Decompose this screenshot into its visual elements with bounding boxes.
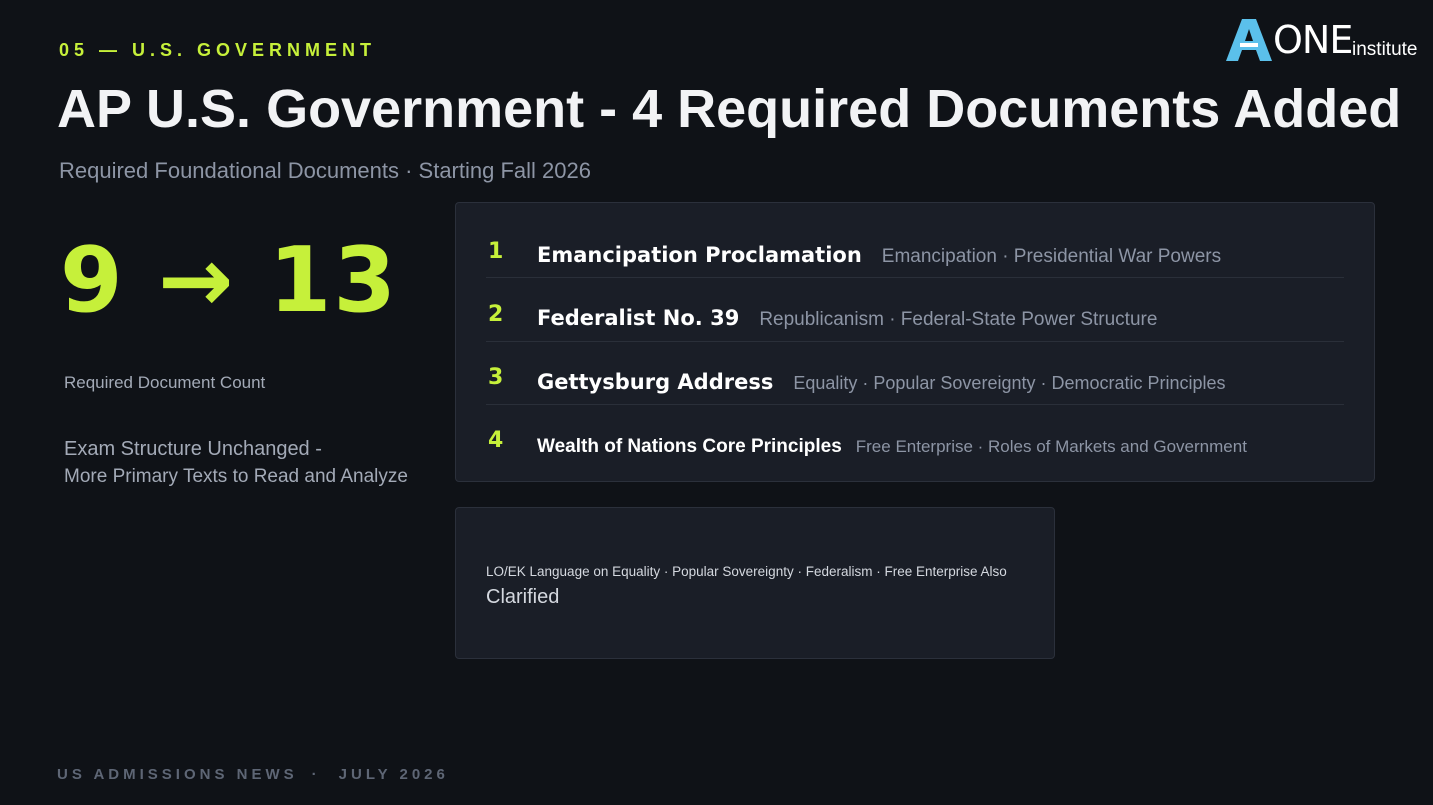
footer-separator: · [311,766,321,783]
document-number: 4 [488,428,504,453]
document-number: 3 [488,365,504,390]
exam-note-line2: More Primary Texts to Read and Analyze [64,466,408,487]
page-title: AP U.S. Government - 4 Required Document… [57,79,1402,139]
footer-date: JULY 2026 [338,766,449,783]
footer: US ADMISSIONS NEWS · JULY 2026 [57,766,449,783]
document-name: Emancipation Proclamation [537,243,862,267]
document-name: Federalist No. 39 [537,306,740,330]
document-number: 1 [488,239,504,264]
document-count-change: 9 → 13 [60,228,398,333]
section-label: 05 — U.S. GOVERNMENT [59,40,377,60]
clarification-note-card: LO/EK Language on Equality · Popular Sov… [455,507,1055,659]
document-topics: Free Enterprise · Roles of Markets and G… [855,437,1247,456]
document-topics: Equality · Popular Sovereignty · Democra… [793,373,1226,393]
exam-note-line1: Exam Structure Unchanged - [64,438,322,460]
footer-source: US ADMISSIONS NEWS [57,766,298,783]
logo-institute-text: institute [1352,39,1418,60]
logo-one-text: ONE [1273,18,1353,62]
document-row-2: 2 Federalist No. 39 Republicanism · Feder… [486,279,1344,342]
document-count-label: Required Document Count [64,373,266,392]
note-line2: Clarified [486,586,560,608]
required-documents-card: 1 Emancipation Proclamation Emancipation … [455,202,1375,482]
document-text: Wealth of Nations Core Principles Free En… [537,436,1247,458]
exam-structure-note: Exam Structure Unchanged - More Primary … [64,436,444,492]
document-text: Emancipation Proclamation Emancipation · … [537,243,1221,268]
document-name: Gettysburg Address [537,370,774,394]
document-topics: Emancipation · Presidential War Powers [881,246,1222,267]
document-row-1: 1 Emancipation Proclamation Emancipation … [486,215,1344,278]
document-text: Gettysburg Address Equality · Popular Sov… [537,370,1226,394]
document-name: Wealth of Nations Core Principles [537,436,842,457]
document-row-3: 3 Gettysburg Address Equality · Popular S… [486,342,1344,405]
document-text: Federalist No. 39 Republicanism · Federal… [537,306,1157,331]
document-topics: Republicanism · Federal-State Power Stru… [759,309,1158,330]
aone-institute-logo: ONE institute [1226,18,1421,64]
document-number: 2 [488,302,504,327]
page-subtitle: Required Foundational Documents · Starti… [59,158,591,183]
document-row-4: 4 Wealth of Nations Core Principles Free … [486,405,1344,468]
logo-a-icon [1226,19,1272,61]
slide: 05 — U.S. GOVERNMENT ONE institute AP U.… [0,0,1433,805]
note-line1: LO/EK Language on Equality · Popular Sov… [486,564,1007,579]
